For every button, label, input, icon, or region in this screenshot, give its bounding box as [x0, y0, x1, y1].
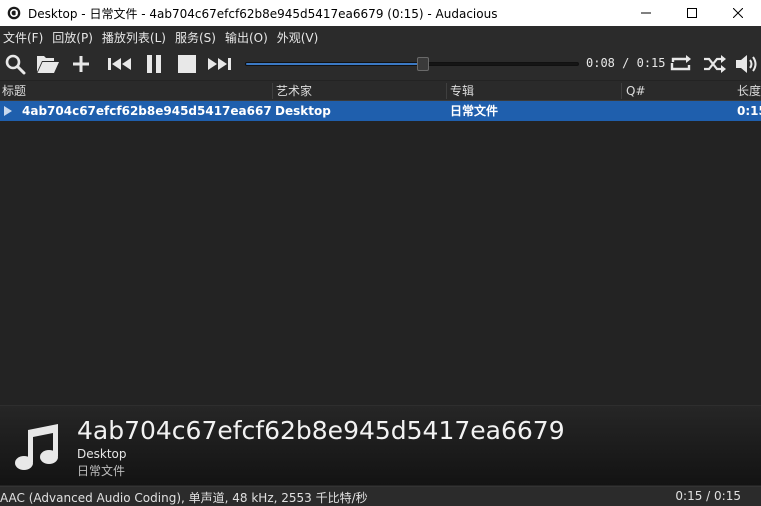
playlist-row[interactable]: 4ab704c67efcf62b8e945d5417ea6679 Desktop…	[0, 101, 761, 121]
playlist-column-header: 标题 艺术家 专辑 Q# 长度	[0, 81, 761, 101]
elapsed-time: 0:08	[586, 56, 615, 70]
row-album: 日常文件	[450, 104, 499, 118]
column-album[interactable]: 专辑	[448, 81, 618, 101]
maximize-button[interactable]	[669, 0, 715, 26]
menu-services[interactable]: 服务(S)	[172, 29, 222, 46]
now-playing-info: 4ab704c67efcf62b8e945d5417ea6679 Desktop…	[0, 405, 761, 485]
audacious-app-icon	[6, 5, 22, 21]
search-icon[interactable]	[2, 52, 28, 76]
title-bar: Desktop - 日常文件 - 4ab704c67efcf62b8e945d5…	[0, 0, 761, 26]
now-playing-indicator-icon	[4, 106, 12, 116]
seek-progress-fill	[246, 63, 423, 65]
now-playing-artist: Desktop	[77, 447, 127, 461]
column-length[interactable]: 长度	[735, 81, 761, 101]
playlist[interactable]: 4ab704c67efcf62b8e945d5417ea6679 Desktop…	[0, 101, 761, 405]
column-divider[interactable]	[446, 83, 447, 99]
open-folder-icon[interactable]	[35, 52, 61, 76]
menu-playlist[interactable]: 播放列表(L)	[99, 29, 172, 46]
now-playing-album: 日常文件	[77, 464, 126, 478]
volume-icon[interactable]	[734, 52, 760, 76]
row-artist: Desktop	[275, 104, 331, 118]
row-title: 4ab704c67efcf62b8e945d5417ea6679	[22, 104, 272, 118]
seek-slider[interactable]	[245, 57, 579, 71]
time-separator: /	[622, 56, 630, 70]
repeat-icon[interactable]	[668, 52, 694, 76]
column-title[interactable]: 标题	[0, 81, 270, 101]
menu-bar: 文件(F) 回放(P) 播放列表(L) 服务(S) 输出(O) 外观(V)	[0, 26, 761, 48]
minimize-button[interactable]	[623, 0, 669, 26]
shuffle-icon[interactable]	[702, 52, 728, 76]
time-display: 0:08 / 0:15	[586, 56, 666, 70]
status-bar: AAC (Advanced Audio Coding), 单声道, 48 kHz…	[0, 486, 761, 506]
menu-file[interactable]: 文件(F)	[0, 29, 49, 46]
seek-handle[interactable]	[416, 57, 429, 71]
pause-icon[interactable]	[141, 52, 167, 76]
row-queue	[624, 101, 724, 121]
menu-output[interactable]: 输出(O)	[222, 29, 274, 46]
column-divider[interactable]	[621, 83, 622, 99]
column-queue[interactable]: Q#	[624, 81, 724, 101]
add-icon[interactable]	[68, 52, 94, 76]
next-icon[interactable]	[206, 52, 232, 76]
window-title: Desktop - 日常文件 - 4ab704c67efcf62b8e945d5…	[28, 6, 498, 21]
column-artist[interactable]: 艺术家	[274, 81, 444, 101]
now-playing-title: 4ab704c67efcf62b8e945d5417ea6679	[77, 416, 565, 445]
codec-info: AAC (Advanced Audio Coding), 单声道, 48 kHz…	[0, 491, 368, 505]
row-length: 0:15	[737, 104, 761, 118]
column-divider[interactable]	[272, 83, 273, 99]
total-time: 0:15	[636, 56, 666, 70]
menu-playback[interactable]: 回放(P)	[49, 29, 99, 46]
menu-view[interactable]: 外观(V)	[274, 29, 325, 46]
close-button[interactable]	[715, 0, 761, 26]
music-note-icon	[14, 424, 62, 472]
previous-icon[interactable]	[107, 52, 133, 76]
status-time: 0:15 / 0:15	[675, 489, 741, 503]
stop-icon[interactable]	[174, 52, 200, 76]
